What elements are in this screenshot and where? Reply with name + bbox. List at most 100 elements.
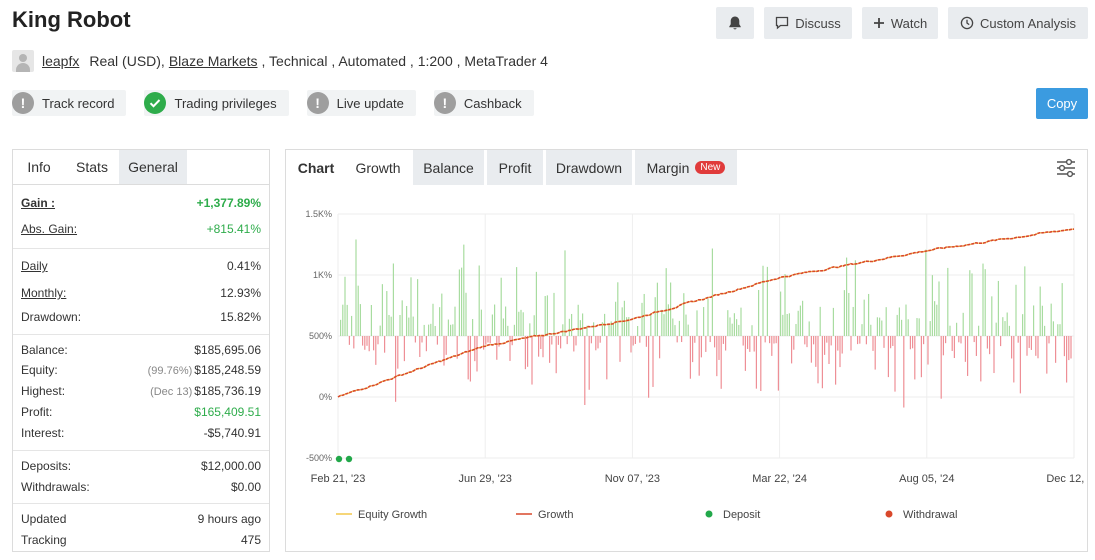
- profit-bar: [731, 323, 733, 336]
- loss-bar: [771, 336, 773, 356]
- loss-bar: [639, 336, 641, 343]
- tab-margin[interactable]: Margin New: [635, 150, 737, 185]
- loss-bar: [815, 336, 817, 367]
- loss-bar: [384, 336, 386, 353]
- profit-bar: [463, 244, 465, 336]
- tab-general[interactable]: General: [119, 150, 187, 184]
- loss-bar: [489, 336, 491, 344]
- x-tick-label: Dec 12, '24: [1046, 473, 1087, 485]
- profit-bar: [452, 324, 454, 336]
- x-tick-label: Mar 22, '24: [752, 473, 807, 485]
- tab-drawdown[interactable]: Drawdown: [546, 150, 632, 185]
- profit-bar: [408, 317, 410, 336]
- stat-value: $165,409.51: [194, 405, 261, 419]
- notification-button[interactable]: [716, 7, 754, 39]
- stat-label[interactable]: Monthly:: [21, 286, 66, 300]
- broker-link[interactable]: Blaze Markets: [169, 53, 258, 69]
- watch-button[interactable]: Watch: [862, 7, 938, 39]
- loss-bar: [791, 336, 793, 364]
- stat-label[interactable]: Daily: [21, 259, 48, 273]
- tab-stats[interactable]: Stats: [65, 150, 119, 184]
- stat-value: $185,248.59: [194, 363, 261, 377]
- stat-label: Highest:: [21, 384, 66, 398]
- profit-bar: [703, 307, 705, 336]
- badge-cashback[interactable]: ! Cashback: [433, 90, 534, 116]
- profit-bar: [1050, 303, 1052, 336]
- y-tick-label: 1.5K%: [305, 209, 332, 219]
- profit-bar: [683, 293, 685, 336]
- loss-bar: [588, 336, 590, 390]
- loss-bar: [1028, 336, 1030, 348]
- badge-track-record[interactable]: ! Track record: [12, 90, 127, 116]
- profit-bar: [696, 310, 698, 336]
- loss-bar: [485, 336, 487, 345]
- tab-balance[interactable]: Balance: [413, 150, 484, 185]
- copy-button[interactable]: Copy: [1036, 88, 1088, 119]
- stat-label: Tracking: [21, 533, 67, 547]
- profit-bar: [458, 269, 460, 336]
- profit-bar: [344, 276, 346, 336]
- legend-swatch: [885, 510, 893, 518]
- stat-value: +1,377.89%: [196, 196, 261, 210]
- deposit-marker: [345, 455, 353, 463]
- loss-bar: [566, 336, 568, 345]
- profit-bar: [905, 304, 907, 336]
- stat-value: $0.00: [230, 480, 261, 494]
- loss-bar: [923, 336, 925, 345]
- legend-label: Deposit: [723, 509, 760, 521]
- tab-info[interactable]: Info: [13, 150, 65, 184]
- profit-bar: [399, 315, 401, 336]
- profit-bar: [876, 317, 878, 336]
- profit-bar: [799, 305, 801, 336]
- loss-bar: [826, 336, 828, 343]
- loss-bar: [927, 336, 929, 365]
- loss-bar: [773, 336, 775, 344]
- avatar: [12, 50, 34, 72]
- profit-bar: [727, 310, 729, 336]
- custom-analysis-button[interactable]: Custom Analysis: [948, 7, 1088, 39]
- chart-settings-button[interactable]: [1055, 158, 1077, 181]
- profit-bar: [450, 324, 452, 336]
- loss-bar: [835, 336, 837, 385]
- stats-panel: Info Stats General Gain : +1,377.89% Abs…: [12, 149, 270, 552]
- profit-bar: [929, 321, 931, 336]
- loss-bar: [714, 336, 716, 348]
- profit-bar: [786, 313, 788, 336]
- profit-bar: [529, 323, 531, 336]
- tab-growth[interactable]: Growth: [346, 150, 410, 185]
- tab-profit[interactable]: Profit: [487, 150, 543, 185]
- loss-bar: [634, 336, 636, 344]
- loss-bar: [692, 336, 694, 363]
- sliders-icon: [1057, 158, 1075, 178]
- user-link[interactable]: leapfx: [42, 53, 79, 69]
- stat-label[interactable]: Abs. Gain:: [21, 222, 77, 236]
- profit-bar: [392, 263, 394, 336]
- badge-trading-privileges[interactable]: Trading privileges: [144, 90, 289, 116]
- loss-bar: [540, 336, 542, 350]
- loss-bar: [421, 336, 423, 343]
- profit-bar: [949, 325, 951, 336]
- discuss-button[interactable]: Discuss: [764, 7, 852, 39]
- profit-bar: [650, 314, 652, 336]
- x-tick-label: Jun 29, '23: [458, 473, 511, 485]
- loss-bar: [377, 336, 379, 345]
- badge-live-update[interactable]: ! Live update: [306, 90, 416, 116]
- profit-bar: [861, 324, 863, 336]
- stat-label[interactable]: Gain :: [21, 196, 55, 210]
- loss-bar: [597, 336, 599, 349]
- account-details: , Technical , Automated , 1:200 , MetaTr…: [261, 53, 548, 69]
- legend-label: Equity Growth: [358, 509, 427, 521]
- loss-bar: [1063, 336, 1065, 357]
- loss-bar: [958, 336, 960, 343]
- profit-bar: [412, 316, 414, 336]
- stat-value: 12.93%: [220, 286, 261, 300]
- stat-value: 0.41%: [226, 259, 261, 273]
- stat-value: 15.82%: [220, 310, 261, 324]
- loss-bar: [584, 336, 586, 406]
- profit-bar: [685, 314, 687, 336]
- tab-chart[interactable]: Chart: [286, 150, 346, 185]
- stat-daily: Daily 0.41%: [21, 257, 261, 275]
- loss-bar: [595, 336, 597, 351]
- loss-bar: [874, 336, 876, 370]
- profit-bar: [984, 269, 986, 336]
